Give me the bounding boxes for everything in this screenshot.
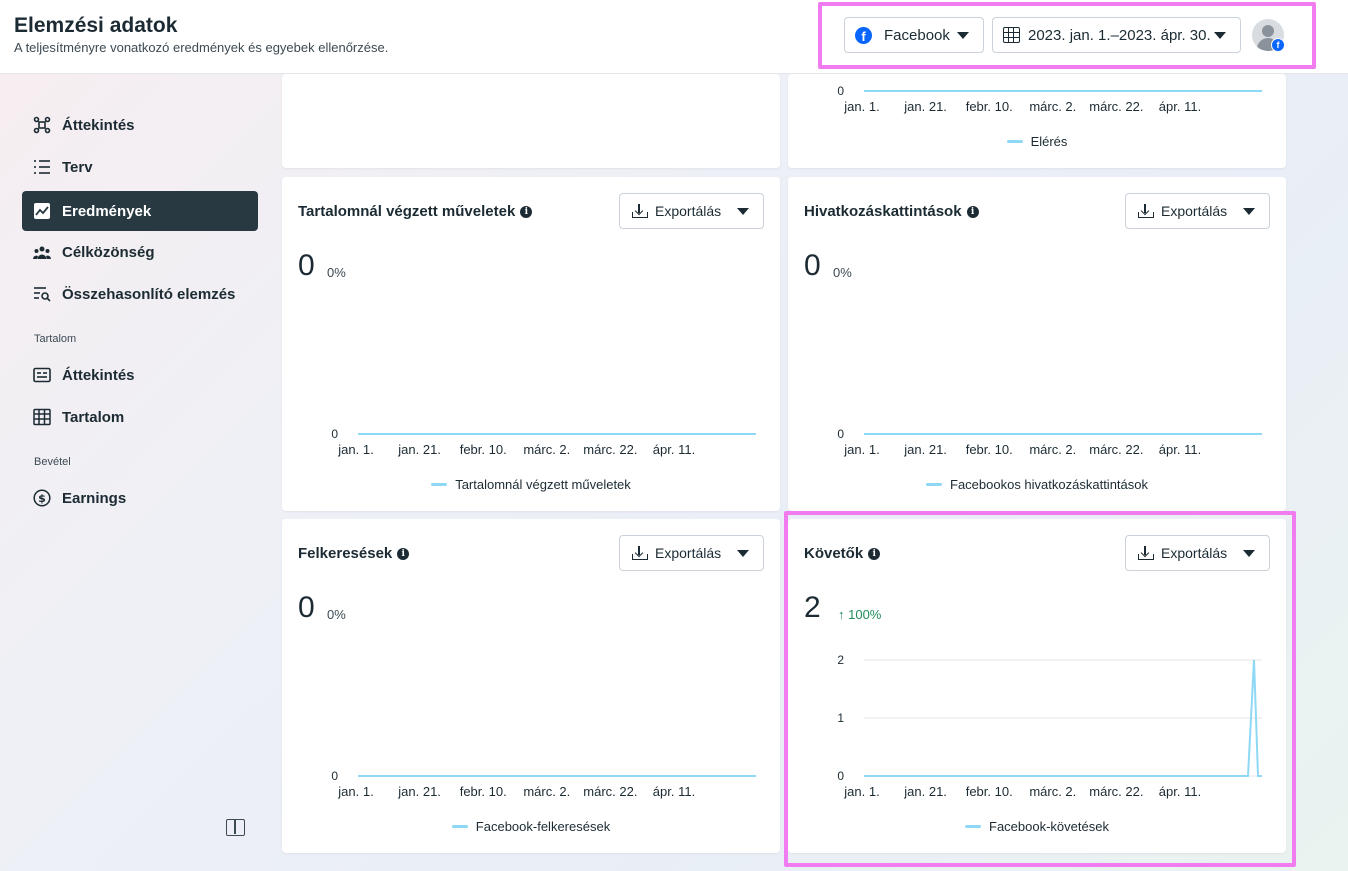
searches-chart: 0jan. 1. jan. 21. febr. 10. márc. 2. márc. 2… xyxy=(331,769,756,799)
sidebar-section-content: Tartalom xyxy=(34,333,77,345)
sidebar-item-content[interactable]: Tartalom xyxy=(22,397,258,437)
y-tick-label: 0 xyxy=(837,427,844,441)
legend-label: Facebook-felkeresések xyxy=(475,819,611,834)
legend-swatch xyxy=(1006,140,1023,143)
x-tick-label: márc. 22. xyxy=(1089,442,1143,457)
card-reach: 0 jan. 1. jan. 21. febr. 10. márc. 2. márc. 2… xyxy=(788,74,1286,168)
sidebar-item-label: Tartalom xyxy=(62,408,125,426)
x-tick-label: ápr. 11. xyxy=(653,784,695,799)
x-tick-label: jan. 1. xyxy=(337,784,373,799)
legend-label: Elérés xyxy=(1030,134,1068,149)
sidebar-item-overview[interactable]: Áttekintés xyxy=(22,105,258,145)
x-tick-label: febr. 10. xyxy=(460,784,507,799)
x-tick-label: márc. 22. xyxy=(1089,99,1143,114)
x-tick-label: jan. 21. xyxy=(397,784,441,799)
benchmark-icon xyxy=(33,285,51,303)
sidebar-section-revenue: Bevétel xyxy=(34,456,71,468)
x-tick-label: febr. 10. xyxy=(966,442,1013,457)
sidebar-item-audience[interactable]: Célközönség xyxy=(22,232,258,272)
y-tick-label: 0 xyxy=(331,769,338,783)
x-tick-label: jan. 1. xyxy=(337,442,373,457)
results-chart-icon xyxy=(33,202,51,220)
svg-text:$: $ xyxy=(38,492,46,505)
legend-swatch xyxy=(451,825,468,828)
sidebar-item-label: Terv xyxy=(62,158,93,176)
sidebar-item-label: Earnings xyxy=(62,489,127,507)
content-actions-chart: 0jan. 1. jan. 21. febr. 10. márc. 2. márc. 2… xyxy=(331,427,756,457)
x-tick-label: jan. 1. xyxy=(843,442,879,457)
legend-label: Tartalomnál végzett műveletek xyxy=(455,477,631,492)
audience-icon xyxy=(33,243,51,261)
x-tick-label: ápr. 11. xyxy=(653,442,695,457)
x-tick-label: márc. 2. xyxy=(1029,99,1076,114)
content-overview-icon xyxy=(33,366,51,384)
x-tick-label: febr. 10. xyxy=(966,99,1013,114)
chart-legend: Facebookos hivatkozáskattintások xyxy=(788,477,1286,492)
x-tick-label: ápr. 11. xyxy=(1159,442,1201,457)
highlight-followers-card xyxy=(784,511,1296,867)
card-content-actions: Tartalomnál végzett műveletek i Exportál… xyxy=(282,177,780,511)
reach-chart: 0jan. 1. jan. 21. febr. 10. márc. 2. márc. 2… xyxy=(837,84,1262,114)
highlight-header-controls xyxy=(818,2,1316,69)
x-tick-label: ápr. 11. xyxy=(1159,99,1201,114)
sidebar-item-label: Összehasonlító elemzés xyxy=(62,285,236,303)
x-tick-label: jan. 21. xyxy=(397,442,441,457)
dollar-icon: $ xyxy=(33,489,51,507)
card-searches: Felkeresések i Exportálás 0 0% 0 jan. 1. j… xyxy=(282,519,780,853)
overview-icon xyxy=(33,116,51,134)
x-tick-label: jan. 21. xyxy=(903,442,947,457)
sidebar-item-benchmark[interactable]: Összehasonlító elemzés xyxy=(22,274,258,314)
y-tick-label: 0 xyxy=(837,84,844,98)
chart-legend: Tartalomnál végzett műveletek xyxy=(282,477,780,492)
x-tick-label: márc. 2. xyxy=(523,442,570,457)
card-link-clicks: Hivatkozáskattintások i Exportálás 0 0% … xyxy=(788,177,1286,511)
legend-swatch xyxy=(926,483,942,486)
card-top-left xyxy=(282,74,780,168)
sidebar-item-label: Célközönség xyxy=(62,243,155,261)
plan-list-icon xyxy=(33,158,51,176)
sidebar-item-label: Áttekintés xyxy=(62,116,135,134)
legend-label: Facebookos hivatkozáskattintások xyxy=(950,477,1148,492)
sidebar-item-label: Eredmények xyxy=(62,202,152,220)
sidebar-item-earnings[interactable]: $ Earnings xyxy=(22,478,258,518)
table-icon xyxy=(33,408,51,426)
legend-swatch xyxy=(431,483,448,486)
sidebar-item-results[interactable]: Eredmények xyxy=(22,191,258,231)
x-tick-label: jan. 21. xyxy=(903,99,947,114)
sidebar-item-plan[interactable]: Terv xyxy=(22,147,258,187)
sidebar-item-content-overview[interactable]: Áttekintés xyxy=(22,355,258,395)
x-tick-label: márc. 2. xyxy=(1029,442,1076,457)
page-title: Elemzési adatok xyxy=(14,14,178,37)
chart-legend: Facebook-felkeresések xyxy=(282,819,780,834)
sidebar-collapse-icon[interactable] xyxy=(226,819,245,836)
link-clicks-chart: 0jan. 1. jan. 21. febr. 10. márc. 2. márc. 2… xyxy=(837,427,1262,457)
page-subtitle: A teljesítményre vonatkozó eredmények és… xyxy=(14,40,389,55)
chart-legend: Elérés xyxy=(788,134,1286,149)
x-tick-label: jan. 1. xyxy=(843,99,879,114)
y-tick-label: 0 xyxy=(331,427,338,441)
x-tick-label: febr. 10. xyxy=(460,442,507,457)
x-tick-label: márc. 22. xyxy=(583,784,637,799)
x-tick-label: márc. 2. xyxy=(523,784,570,799)
x-tick-label: márc. 22. xyxy=(583,442,637,457)
sidebar-item-label: Áttekintés xyxy=(62,366,135,384)
